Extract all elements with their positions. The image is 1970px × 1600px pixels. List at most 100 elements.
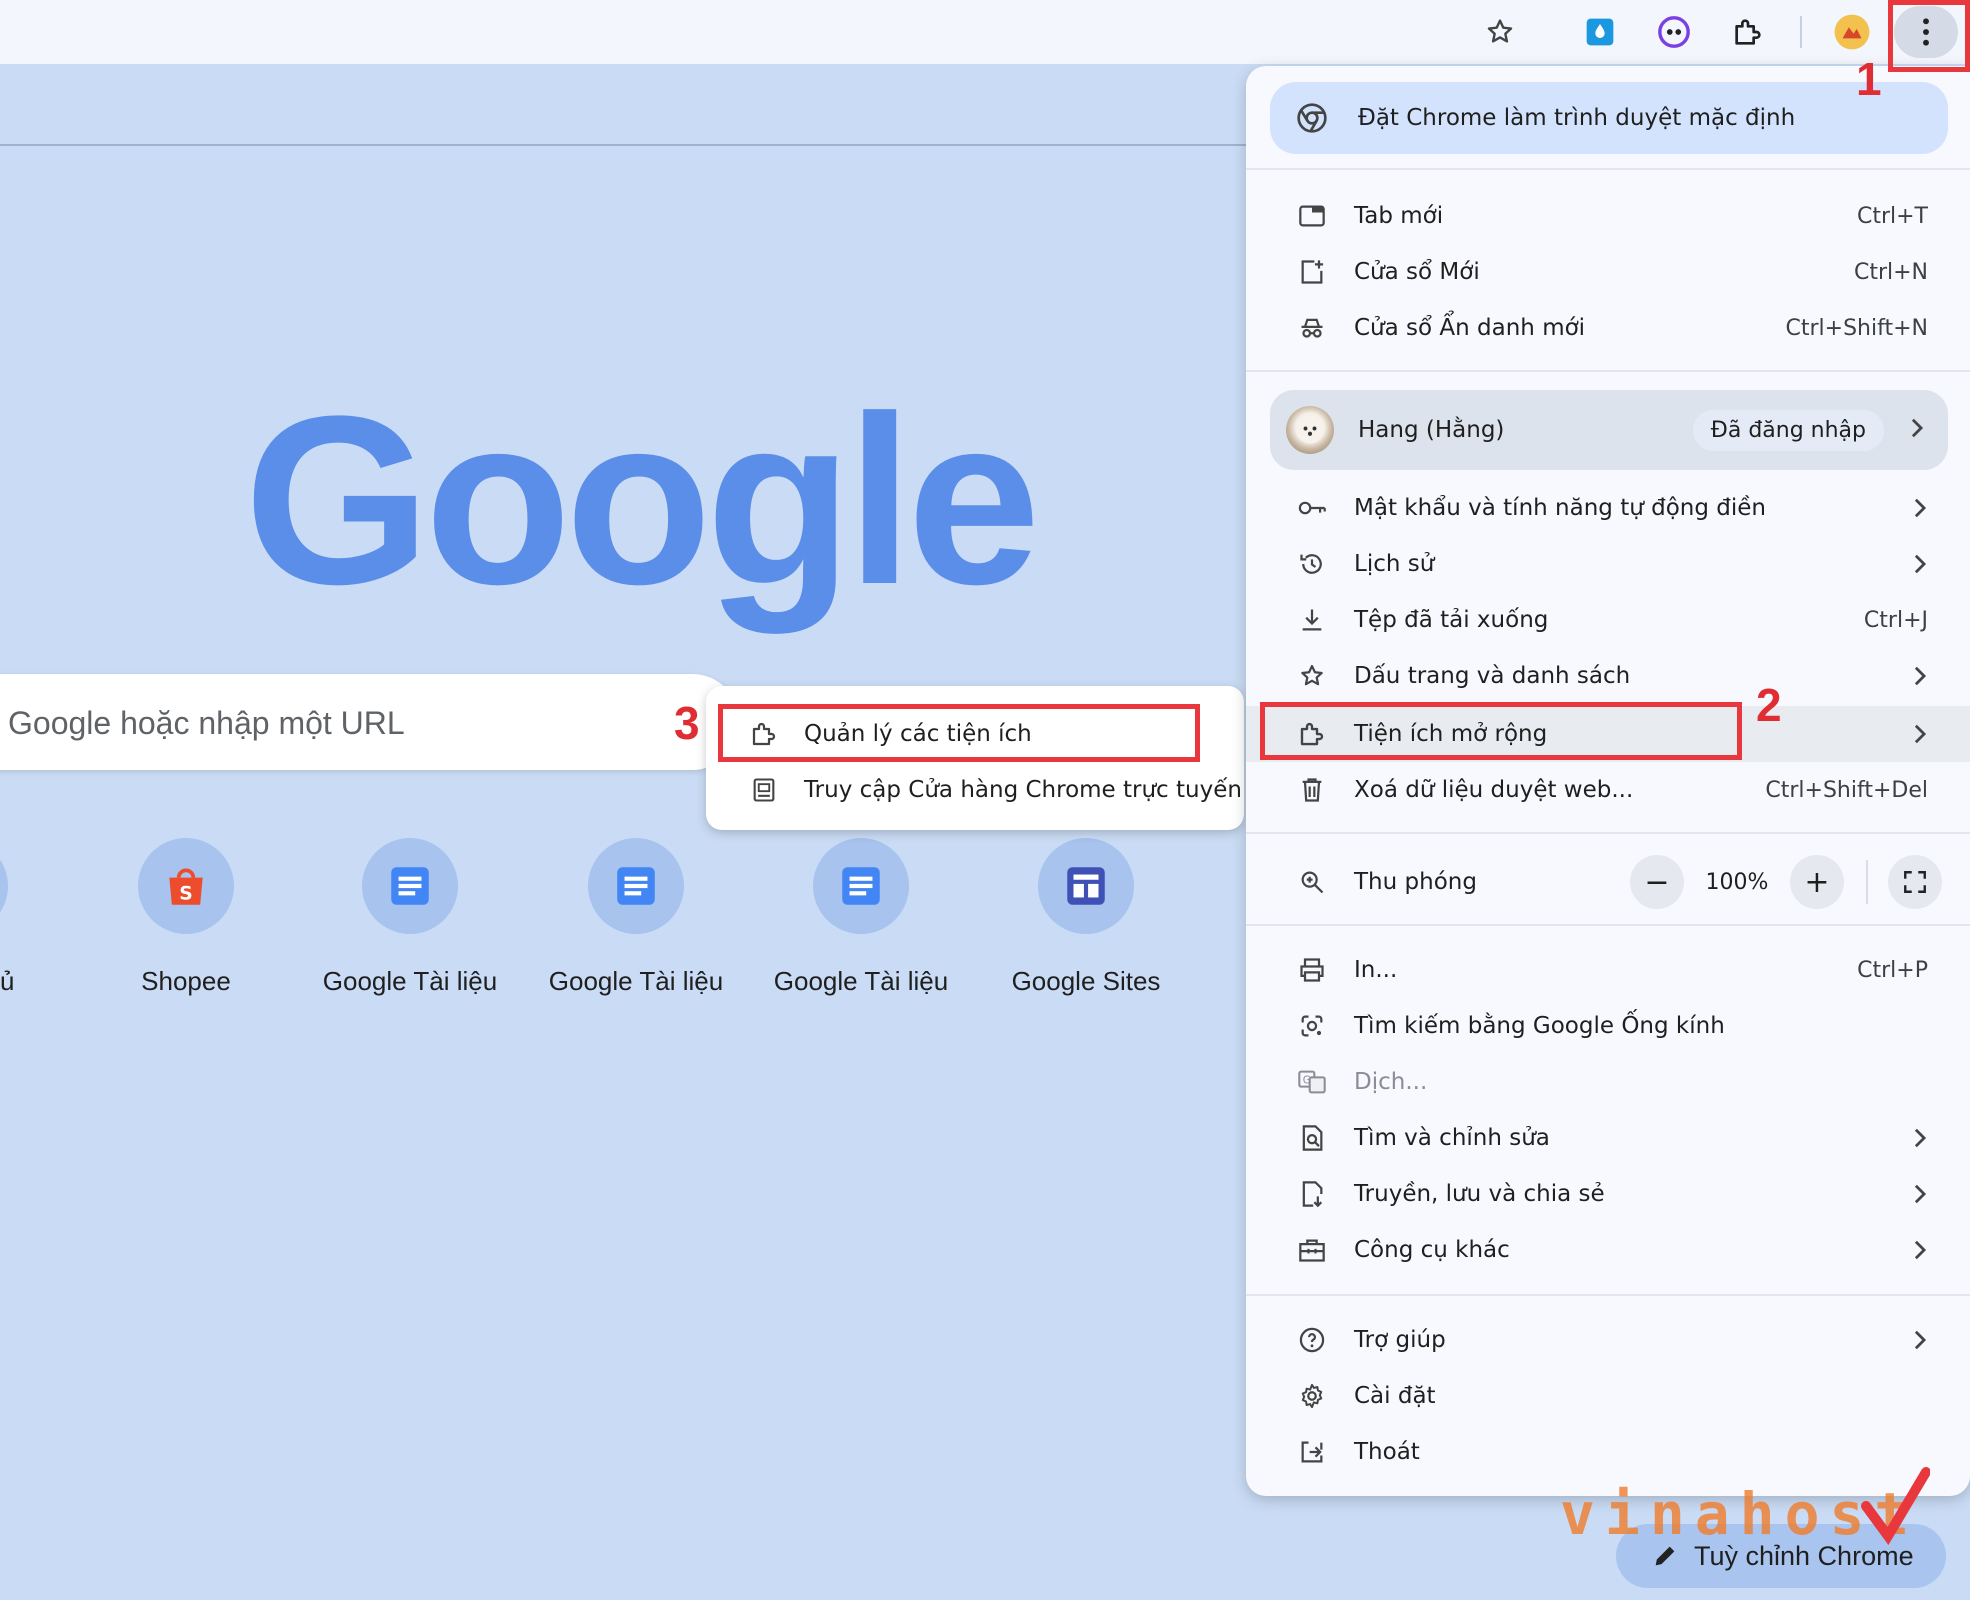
chevron-right-icon	[1910, 1239, 1930, 1261]
menu-item-clear-data[interactable]: Xoá dữ liệu duyệt web... Ctrl+Shift+Del	[1246, 762, 1970, 818]
step1-number: 1	[1856, 53, 1882, 105]
menu-item-label: Tìm và chỉnh sửa	[1354, 1125, 1550, 1151]
profile-name: Hang (Hằng)	[1358, 417, 1505, 443]
cast-save-icon	[1294, 1180, 1330, 1208]
google-docs-icon	[617, 867, 655, 905]
menu-item-shortcut: Ctrl+T	[1856, 203, 1928, 229]
fullscreen-button[interactable]	[1888, 855, 1942, 909]
menu-item-help[interactable]: Trợ giúp	[1246, 1312, 1970, 1368]
shortcut-tile[interactable]	[1038, 838, 1134, 934]
menu-item-new-tab[interactable]: Tab mới Ctrl+T	[1246, 188, 1970, 244]
checkmark-logo-icon	[1861, 1467, 1930, 1546]
menu-item-new-window[interactable]: Cửa sổ Mới Ctrl+N	[1246, 244, 1970, 300]
menu-item-label: Dịch...	[1354, 1069, 1428, 1095]
menu-item-label: Lịch sử	[1354, 551, 1435, 577]
menu-item-shortcut: Ctrl+P	[1857, 957, 1928, 983]
menu-item-label: Tab mới	[1354, 203, 1444, 229]
menu-item-label: Xoá dữ liệu duyệt web...	[1354, 777, 1634, 803]
menu-item-settings[interactable]: Cài đặt	[1246, 1368, 1970, 1424]
menu-item-label: Trợ giúp	[1354, 1327, 1446, 1353]
chrome-main-menu: Đặt Chrome làm trình duyệt mặc định Tab …	[1246, 66, 1970, 1496]
step3-number: 3	[674, 697, 700, 749]
bookmark-star-icon[interactable]	[1476, 8, 1524, 56]
extension-eyes-icon[interactable]	[1650, 8, 1698, 56]
zoom-in-button[interactable]: +	[1790, 855, 1844, 909]
translate-icon: G	[1294, 1068, 1330, 1096]
extension-drop-icon[interactable]	[1576, 8, 1624, 56]
new-window-icon	[1294, 258, 1330, 286]
download-icon	[1294, 606, 1330, 634]
zoom-row: Thu phóng − 100% +	[1246, 846, 1970, 918]
shortcut-label: Google Tài liệu	[548, 966, 724, 996]
shortcut-partial-label: ủ	[0, 966, 15, 996]
chevron-right-icon	[1910, 1329, 1930, 1351]
chevron-right-icon	[1910, 1183, 1930, 1205]
search-input[interactable]	[6, 702, 690, 744]
shortcut-tile[interactable]: S	[138, 838, 234, 934]
star-icon	[1294, 662, 1330, 690]
menu-divider	[1246, 924, 1970, 926]
find-icon	[1294, 1124, 1330, 1152]
menu-item-label: Thoát	[1354, 1439, 1420, 1465]
menu-item-find-edit[interactable]: Tìm và chỉnh sửa	[1246, 1110, 1970, 1166]
chevron-right-icon	[1910, 665, 1930, 687]
google-docs-icon	[842, 867, 880, 905]
profile-avatar-icon[interactable]	[1828, 8, 1876, 56]
menu-item-label: Tìm kiếm bằng Google Ống kính	[1354, 1013, 1725, 1039]
shopee-bag-icon: S	[169, 868, 203, 905]
google-logo: Google	[244, 366, 1041, 634]
incognito-icon	[1294, 314, 1330, 342]
chrome-logo-icon	[1292, 102, 1332, 134]
zoom-out-button[interactable]: −	[1630, 855, 1684, 909]
set-default-browser-button[interactable]: Đặt Chrome làm trình duyệt mặc định	[1270, 82, 1948, 154]
web-store-icon	[746, 776, 782, 804]
menu-item-more-tools[interactable]: Công cụ khác	[1246, 1222, 1970, 1278]
menu-item-translate[interactable]: G Dịch...	[1246, 1054, 1970, 1110]
chevron-right-icon	[1910, 497, 1930, 519]
menu-item-label: Truyền, lưu và chia sẻ	[1354, 1181, 1605, 1207]
submenu-item-label: Truy cập Cửa hàng Chrome trực tuyến	[804, 777, 1242, 803]
help-icon	[1294, 1326, 1330, 1354]
shortcut-partial-tile[interactable]	[0, 838, 8, 934]
search-box[interactable]	[0, 674, 740, 770]
profile-row[interactable]: Hang (Hằng) Đã đăng nhập	[1270, 390, 1948, 470]
menu-item-shortcut: Ctrl+J	[1863, 607, 1928, 633]
shortcut-tile[interactable]	[813, 838, 909, 934]
menu-item-label: Dấu trang và danh sách	[1354, 663, 1631, 689]
chevron-right-icon	[1910, 417, 1924, 443]
chrome-web-store-item[interactable]: Truy cập Cửa hàng Chrome trực tuyến	[706, 762, 1244, 818]
menu-item-passwords[interactable]: Mật khẩu và tính năng tự động điền	[1246, 480, 1970, 536]
shortcut-google-docs-1[interactable]: Google Tài liệu	[310, 838, 510, 997]
lens-icon	[1294, 1012, 1330, 1040]
menu-item-incognito[interactable]: Cửa sổ Ẩn danh mới Ctrl+Shift+N	[1246, 300, 1970, 356]
menu-item-label: Cửa sổ Mới	[1354, 259, 1480, 285]
shortcut-shopee[interactable]: S Shopee	[86, 838, 286, 997]
shortcut-google-sites[interactable]: Google Sites	[986, 838, 1186, 997]
fullscreen-icon	[1904, 871, 1926, 893]
chevron-right-icon	[1910, 553, 1930, 575]
menu-item-google-lens[interactable]: Tìm kiếm bằng Google Ống kính	[1246, 998, 1970, 1054]
menu-item-cast-save-share[interactable]: Truyền, lưu và chia sẻ	[1246, 1166, 1970, 1222]
google-docs-icon	[391, 867, 429, 905]
trash-icon	[1294, 776, 1330, 804]
shortcut-label: Google Tài liệu	[773, 966, 949, 996]
chevron-right-icon	[1910, 723, 1930, 745]
menu-divider	[1246, 168, 1970, 170]
browser-toolbar	[0, 0, 1970, 64]
zoom-level: 100%	[1705, 869, 1769, 895]
step2-number: 2	[1756, 679, 1782, 731]
extensions-puzzle-icon[interactable]	[1724, 8, 1772, 56]
menu-divider	[1246, 1294, 1970, 1296]
shortcut-google-docs-2[interactable]: Google Tài liệu	[536, 838, 736, 997]
shortcut-tile[interactable]	[362, 838, 458, 934]
menu-item-print[interactable]: In... Ctrl+P	[1246, 942, 1970, 998]
menu-item-downloads[interactable]: Tệp đã tải xuống Ctrl+J	[1246, 592, 1970, 648]
shortcut-tile[interactable]	[588, 838, 684, 934]
shortcut-google-docs-3[interactable]: Google Tài liệu	[761, 838, 961, 997]
menu-item-bookmarks[interactable]: Dấu trang và danh sách	[1246, 648, 1970, 704]
menu-item-label: In...	[1354, 957, 1398, 983]
step1-highlight	[1888, 0, 1970, 72]
toolbar-divider	[1800, 16, 1802, 48]
step3-highlight	[718, 704, 1200, 762]
menu-item-history[interactable]: Lịch sử	[1246, 536, 1970, 592]
